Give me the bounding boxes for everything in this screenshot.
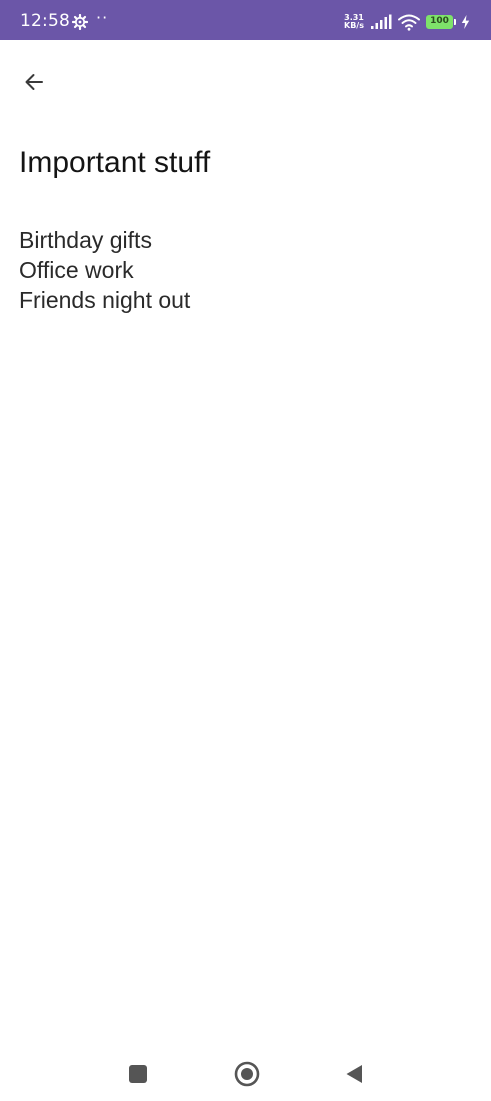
back-triangle-icon[interactable] — [345, 1064, 363, 1084]
status-bar: 12:58 ·· 3.31 KB/s 100 — [0, 0, 491, 40]
system-nav-bar — [0, 1050, 491, 1101]
arrow-left-icon — [25, 74, 43, 90]
notification-dots: ·· — [96, 8, 109, 27]
home-circle-icon[interactable] — [234, 1061, 260, 1087]
status-time: 12:58 — [20, 11, 70, 31]
wifi-icon — [398, 14, 420, 31]
note-line: Friends night out — [19, 287, 191, 313]
battery-level: 100 — [426, 15, 453, 29]
battery-icon: 100 — [426, 15, 458, 29]
recents-square-icon[interactable] — [129, 1065, 147, 1083]
network-speed: 3.31 KB/s — [342, 14, 366, 30]
note-line: Office work — [19, 257, 134, 283]
note-title: Important stuff — [19, 146, 211, 179]
charging-bolt-icon — [461, 15, 470, 29]
note-line: Birthday gifts — [19, 227, 152, 253]
signal-icon — [371, 14, 392, 29]
gear-icon — [72, 14, 88, 30]
back-button[interactable] — [14, 62, 54, 102]
battery-tip — [454, 19, 456, 25]
note-body[interactable]: Birthday gifts Office work Friends night… — [19, 225, 190, 315]
network-speed-unit: KB/s — [344, 21, 364, 30]
